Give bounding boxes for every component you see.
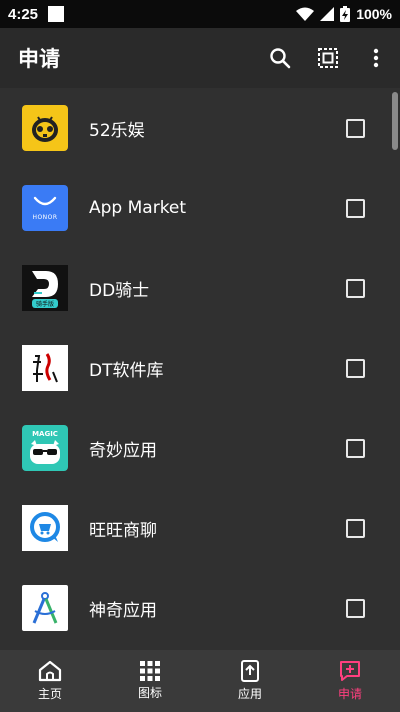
app-name: 神奇应用 xyxy=(89,600,157,621)
select-all-icon xyxy=(318,48,338,68)
app-icon-shenqi xyxy=(22,585,68,631)
app-checkbox[interactable] xyxy=(346,439,365,458)
app-bar: 申请 xyxy=(0,28,400,88)
grid-icon xyxy=(140,661,160,681)
bee-icon xyxy=(32,116,58,142)
list-item[interactable]: HONOR App Market xyxy=(0,168,400,248)
dd-sub-label: 骑手版 xyxy=(31,298,58,308)
add-comment-icon xyxy=(340,661,360,681)
nav-item-home[interactable]: 主页 xyxy=(0,650,100,712)
dd-logo-icon xyxy=(32,270,58,297)
nav-label: 主页 xyxy=(37,687,62,701)
app-list: 52乐娱 HONOR App Market 骑手版 DD骑士 DT软件库 MAG… xyxy=(0,88,400,650)
select-all-button[interactable] xyxy=(304,34,352,82)
app-checkbox[interactable] xyxy=(346,359,365,378)
battery-charging-icon xyxy=(340,6,351,22)
list-item[interactable]: 旺旺商聊 xyxy=(0,488,400,568)
notification-icon xyxy=(48,6,65,22)
nav-label: 图标 xyxy=(137,686,162,700)
page-title: 申请 xyxy=(18,47,60,71)
home-icon xyxy=(38,660,62,682)
list-scrollbar[interactable] xyxy=(392,92,398,150)
app-icon-app-market: HONOR xyxy=(22,185,68,231)
app-icon-wangwang xyxy=(22,505,68,551)
more-options-button[interactable] xyxy=(352,34,400,82)
wifi-icon xyxy=(296,7,315,21)
list-item[interactable]: MAGIC 奇妙应用 xyxy=(0,408,400,488)
install-app-icon xyxy=(241,660,259,682)
app-name: 旺旺商聊 xyxy=(89,520,157,541)
chat-bubble-icon xyxy=(30,512,60,542)
app-icon-dd-rider: 骑手版 xyxy=(22,265,68,311)
nav-label: 应用 xyxy=(237,687,262,701)
shopping-bag-icon xyxy=(33,196,57,205)
app-checkbox[interactable] xyxy=(346,119,365,138)
search-icon xyxy=(270,48,291,69)
app-checkbox[interactable] xyxy=(346,599,365,618)
app-name: 52乐娱 xyxy=(89,120,145,141)
nav-item-request[interactable]: 申请 xyxy=(300,650,400,712)
app-icon-52leyu xyxy=(22,105,68,151)
app-name: 奇妙应用 xyxy=(89,440,157,461)
more-vert-icon xyxy=(373,48,379,68)
list-item[interactable]: 52乐娱 xyxy=(0,88,400,168)
app-checkbox[interactable] xyxy=(346,199,365,218)
list-item[interactable]: 神奇应用 xyxy=(0,568,400,648)
bottom-navigation: 主页 图标 应用 申请 xyxy=(0,650,400,712)
nav-label: 申请 xyxy=(337,687,362,701)
signal-icon xyxy=(320,7,335,21)
status-indicators: 100% xyxy=(296,6,392,22)
battery-percent: 100% xyxy=(356,6,392,22)
sunglasses-face-icon xyxy=(30,440,60,464)
calligraphy-logo-icon xyxy=(33,353,58,383)
honor-logo-text: HONOR xyxy=(32,213,58,221)
list-item[interactable]: DT软件库 xyxy=(0,328,400,408)
app-checkbox[interactable] xyxy=(346,279,365,298)
status-time: 4:25 xyxy=(8,5,39,23)
app-name: DT软件库 xyxy=(89,360,164,381)
nav-item-icons[interactable]: 图标 xyxy=(100,650,200,712)
nav-item-apps[interactable]: 应用 xyxy=(200,650,300,712)
app-name: DD骑士 xyxy=(89,280,150,301)
appbar-actions xyxy=(256,34,400,82)
app-name: App Market xyxy=(89,198,187,218)
app-icon-dt-library xyxy=(22,345,68,391)
search-button[interactable] xyxy=(256,34,304,82)
compass-tool-icon xyxy=(32,592,58,624)
magic-logo-text: MAGIC xyxy=(32,430,58,438)
status-bar: 4:25 100% xyxy=(0,0,400,28)
app-checkbox[interactable] xyxy=(346,519,365,538)
app-icon-qimiao: MAGIC xyxy=(22,425,68,471)
list-item[interactable]: 骑手版 DD骑士 xyxy=(0,248,400,328)
